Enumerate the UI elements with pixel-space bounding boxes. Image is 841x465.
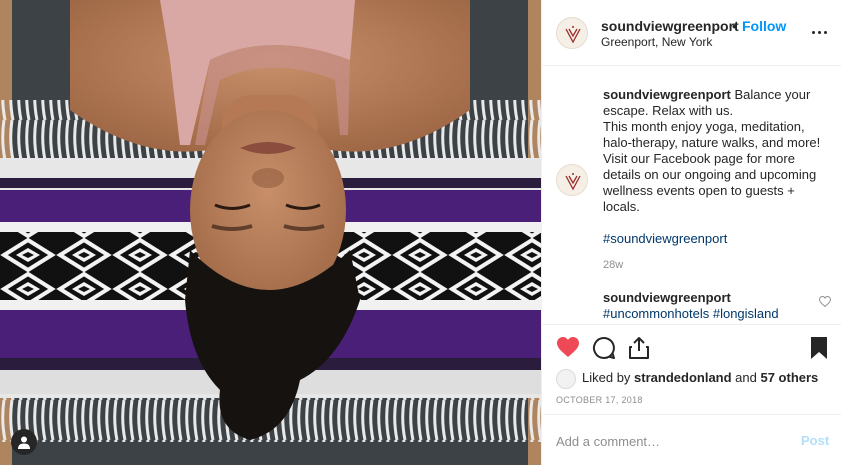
caption-time: 28w bbox=[603, 259, 624, 271]
profile-avatar[interactable] bbox=[556, 17, 588, 49]
post-photo[interactable] bbox=[0, 0, 541, 465]
post-header: soundviewgreenport • Follow Greenport, N… bbox=[542, 0, 841, 66]
likes-others[interactable]: 57 others bbox=[760, 370, 818, 385]
tagged-users-button[interactable] bbox=[11, 429, 37, 455]
liker-username[interactable]: strandedonland bbox=[634, 370, 732, 385]
likes-summary[interactable]: Liked by strandedonland and 57 others bbox=[582, 370, 818, 385]
caption-username[interactable]: soundviewgreenport bbox=[603, 87, 731, 102]
bookmark-icon[interactable] bbox=[810, 336, 828, 360]
photo-woman-lying-on-yoga-blanket bbox=[0, 0, 541, 465]
post-actions: Liked by strandedonland and 57 others OC… bbox=[542, 324, 841, 414]
comment-composer: Post bbox=[542, 414, 841, 465]
hotel-logo-icon bbox=[565, 173, 581, 191]
username-link[interactable]: soundviewgreenport bbox=[601, 18, 739, 34]
location-link[interactable]: Greenport, New York bbox=[601, 35, 712, 49]
speech-bubble-icon[interactable] bbox=[592, 336, 616, 360]
post-caption: soundviewgreenport Balance your escape. … bbox=[603, 87, 825, 215]
heart-icon[interactable] bbox=[556, 336, 580, 358]
post-side-panel: soundviewgreenport • Follow Greenport, N… bbox=[541, 0, 841, 465]
comment-input[interactable] bbox=[556, 431, 786, 451]
likes-and: and bbox=[731, 370, 761, 385]
comments-list[interactable]: soundviewgreenport Balance your escape. … bbox=[542, 66, 841, 324]
comment-username[interactable]: soundviewgreenport bbox=[603, 290, 731, 305]
likes-prefix: Liked by bbox=[582, 370, 635, 385]
more-options-icon[interactable] bbox=[810, 24, 830, 40]
comment-like-heart-icon[interactable] bbox=[819, 296, 831, 307]
caption-hashtag[interactable]: #soundviewgreenport bbox=[603, 231, 727, 246]
follow-button[interactable]: Follow bbox=[742, 18, 786, 34]
post-date[interactable]: OCTOBER 17, 2018 bbox=[556, 395, 643, 405]
post-comment-button[interactable]: Post bbox=[801, 433, 829, 448]
user-tag-icon bbox=[18, 436, 30, 449]
separator-dot: • bbox=[732, 18, 737, 34]
caption-avatar[interactable] bbox=[556, 164, 588, 196]
comment-hashtags[interactable]: #uncommonhotels #longisland bbox=[603, 306, 779, 321]
hotel-logo-icon bbox=[565, 26, 581, 44]
caption-text: Balance your escape. Relax with us. This… bbox=[603, 87, 821, 214]
share-icon[interactable] bbox=[628, 336, 650, 360]
liker-avatar[interactable] bbox=[556, 369, 576, 389]
